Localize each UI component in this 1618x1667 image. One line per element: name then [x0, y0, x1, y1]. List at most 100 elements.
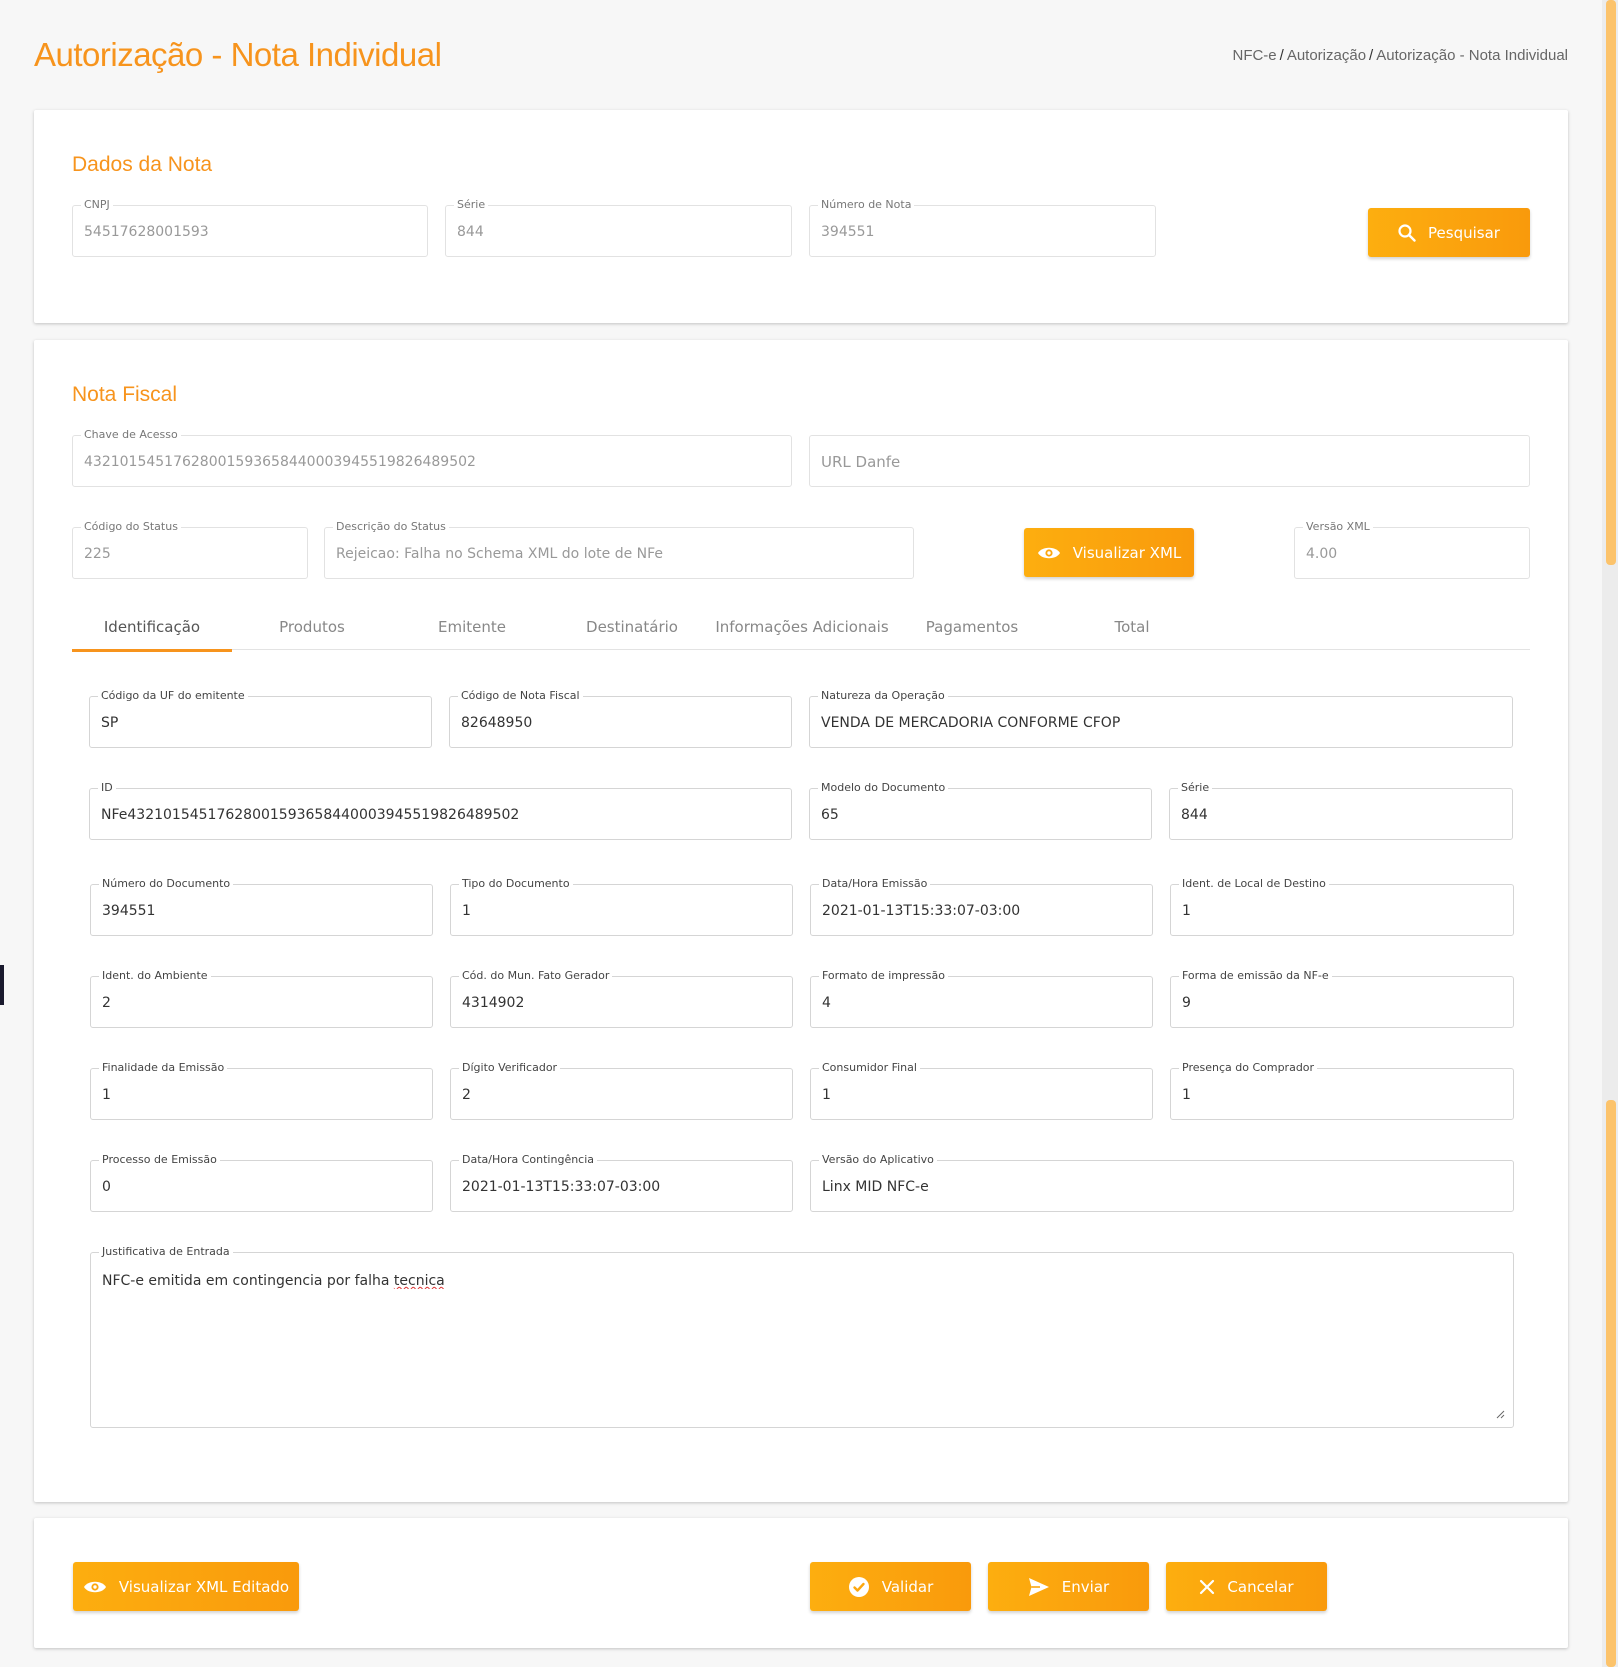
serie-value: 844	[457, 224, 484, 240]
enviar-button[interactable]: Enviar	[988, 1562, 1149, 1611]
consumidor-final-value: 1	[822, 1087, 831, 1103]
consumidor-final-label: Consumidor Final	[819, 1061, 920, 1075]
breadcrumb-item-current: Autorização - Nota Individual	[1376, 47, 1568, 64]
mun-fato-gerador-value: 4314902	[462, 995, 525, 1011]
presenca-comprador-label: Presença do Comprador	[1179, 1061, 1318, 1075]
uf-emitente-field[interactable]: Código da UF do emitente SP	[89, 689, 432, 748]
versao-xml-value: 4.00	[1306, 546, 1338, 562]
serie-field[interactable]: Série 844	[445, 198, 792, 257]
mun-fato-gerador-field[interactable]: Cód. do Mun. Fato Gerador 4314902	[450, 969, 793, 1028]
send-icon	[1028, 1577, 1049, 1596]
actions-card: Visualizar XML Editado Validar Enviar Ca…	[34, 1518, 1568, 1648]
natureza-operacao-field[interactable]: Natureza da Operação VENDA DE MERCADORIA…	[809, 689, 1513, 748]
formato-impressao-label: Formato de impressão	[819, 969, 948, 983]
spellcheck-word: tecnica	[393, 1273, 445, 1289]
visualizar-xml-button[interactable]: Visualizar XML	[1024, 528, 1194, 577]
codigo-nota-fiscal-field[interactable]: Código de Nota Fiscal 82648950	[449, 689, 792, 748]
tipo-documento-field[interactable]: Tipo do Documento 1	[450, 877, 793, 936]
numero-nota-label: Número de Nota	[818, 198, 915, 212]
finalidade-emissao-value: 1	[102, 1087, 111, 1103]
visualizar-xml-editado-label: Visualizar XML Editado	[118, 1577, 290, 1596]
descricao-status-label: Descrição do Status	[333, 520, 449, 534]
descricao-status-field[interactable]: Descrição do Status Rejeicao: Falha no S…	[324, 520, 914, 579]
presenca-comprador-field[interactable]: Presença do Comprador 1	[1170, 1061, 1514, 1120]
tipo-documento-label: Tipo do Documento	[459, 877, 573, 891]
cancelar-label: Cancelar	[1227, 1577, 1294, 1596]
finalidade-emissao-field[interactable]: Finalidade da Emissão 1	[90, 1061, 433, 1120]
ambiente-field[interactable]: Ident. do Ambiente 2	[90, 969, 433, 1028]
presenca-comprador-value: 1	[1182, 1087, 1191, 1103]
codigo-nota-fiscal-value: 82648950	[461, 715, 533, 731]
consumidor-final-field[interactable]: Consumidor Final 1	[810, 1061, 1153, 1120]
forma-emissao-value: 9	[1182, 995, 1191, 1011]
validar-button[interactable]: Validar	[810, 1562, 971, 1611]
breadcrumb-item-autorizacao[interactable]: Autorização	[1287, 47, 1366, 64]
justificativa-label: Justificativa de Entrada	[99, 1245, 233, 1259]
tipo-documento-value: 1	[462, 903, 471, 919]
tab-destinatario[interactable]: Destinatário	[552, 618, 712, 650]
scrollbar-thumb-bottom[interactable]	[1606, 1100, 1616, 1667]
codigo-nota-fiscal-label: Código de Nota Fiscal	[458, 689, 583, 703]
url-danfe-field[interactable]: URL Danfe	[809, 435, 1530, 487]
cancelar-button[interactable]: Cancelar	[1166, 1562, 1327, 1611]
visualizar-xml-editado-button[interactable]: Visualizar XML Editado	[73, 1562, 299, 1611]
tab-total[interactable]: Total	[1052, 618, 1212, 650]
digito-verificador-label: Dígito Verificador	[459, 1061, 561, 1075]
forma-emissao-field[interactable]: Forma de emissão da NF-e 9	[1170, 969, 1514, 1028]
tab-emitente[interactable]: Emitente	[392, 618, 552, 650]
formato-impressao-field[interactable]: Formato de impressão 4	[810, 969, 1153, 1028]
check-circle-icon	[848, 1576, 869, 1597]
search-icon	[1398, 223, 1416, 242]
uf-emitente-label: Código da UF do emitente	[98, 689, 248, 703]
tab-informacoes-adicionais[interactable]: Informações Adicionais	[712, 618, 892, 650]
data-contingencia-field[interactable]: Data/Hora Contingência 2021-01-13T15:33:…	[450, 1153, 793, 1212]
modelo-documento-field[interactable]: Modelo do Documento 65	[809, 781, 1152, 840]
versao-xml-field[interactable]: Versão XML 4.00	[1294, 520, 1530, 579]
versao-aplicativo-label: Versão do Aplicativo	[819, 1153, 937, 1167]
local-destino-field[interactable]: Ident. de Local de Destino 1	[1170, 877, 1514, 936]
serie-doc-value: 844	[1181, 807, 1208, 823]
scrollbar-thumb-top[interactable]	[1606, 0, 1616, 565]
breadcrumb: NFC-e / Autorização / Autorização - Nota Ind…	[1232, 47, 1568, 64]
tab-produtos[interactable]: Produtos	[232, 618, 392, 650]
numero-nota-field[interactable]: Número de Nota 394551	[809, 198, 1156, 257]
serie-label: Série	[454, 198, 489, 212]
cnpj-field[interactable]: CNPJ 54517628001593	[72, 198, 428, 257]
id-value: NFe4321015451762800159365844000394551982…	[101, 807, 520, 823]
formato-impressao-value: 4	[822, 995, 831, 1011]
codigo-status-field[interactable]: Código do Status 225	[72, 520, 308, 579]
visualizar-xml-label: Visualizar XML	[1072, 543, 1182, 562]
mun-fato-gerador-label: Cód. do Mun. Fato Gerador	[459, 969, 613, 983]
id-field[interactable]: ID NFe4321015451762800159365844000394551…	[89, 781, 792, 840]
breadcrumb-item-nfce[interactable]: NFC-e	[1232, 47, 1276, 64]
forma-emissao-label: Forma de emissão da NF-e	[1179, 969, 1332, 983]
id-label: ID	[98, 781, 116, 795]
tab-pagamentos[interactable]: Pagamentos	[892, 618, 1052, 650]
modelo-documento-label: Modelo do Documento	[818, 781, 949, 795]
pesquisar-button[interactable]: Pesquisar	[1368, 208, 1530, 257]
justificativa-value: NFC-e emitida em contingencia por falha …	[102, 1273, 445, 1289]
tab-identificacao[interactable]: Identificação	[72, 618, 232, 652]
resize-handle-icon[interactable]	[1495, 1409, 1505, 1419]
nota-fiscal-card: Nota Fiscal Chave de Acesso 432101545176…	[34, 340, 1568, 1502]
serie-doc-field[interactable]: Série 844	[1169, 781, 1513, 840]
enviar-label: Enviar	[1061, 1577, 1110, 1596]
nota-fiscal-title: Nota Fiscal	[72, 383, 178, 406]
nota-tabs: Identificação Produtos Emitente Destinat…	[72, 618, 1530, 652]
justificativa-textarea[interactable]: Justificativa de Entrada NFC-e emitida e…	[90, 1245, 1514, 1428]
descricao-status-value: Rejeicao: Falha no Schema XML do lote de…	[336, 546, 664, 562]
chave-acesso-field[interactable]: Chave de Acesso 432101545176280015936584…	[72, 428, 792, 487]
processo-emissao-label: Processo de Emissão	[99, 1153, 220, 1167]
digito-verificador-field[interactable]: Dígito Verificador 2	[450, 1061, 793, 1120]
local-destino-value: 1	[1182, 903, 1191, 919]
numero-documento-label: Número do Documento	[99, 877, 234, 891]
chave-acesso-label: Chave de Acesso	[81, 428, 181, 442]
data-emissao-field[interactable]: Data/Hora Emissão 2021-01-13T15:33:07-03…	[810, 877, 1153, 936]
numero-documento-field[interactable]: Número do Documento 394551	[90, 877, 433, 936]
page-scrollbar[interactable]	[1602, 0, 1618, 1667]
dados-nota-card: Dados da Nota CNPJ 54517628001593 Série …	[34, 110, 1568, 323]
processo-emissao-field[interactable]: Processo de Emissão 0	[90, 1153, 433, 1212]
versao-aplicativo-field[interactable]: Versão do Aplicativo Linx MID NFC-e	[810, 1153, 1514, 1212]
cnpj-value: 54517628001593	[84, 224, 209, 240]
url-danfe-placeholder: URL Danfe	[821, 453, 901, 471]
